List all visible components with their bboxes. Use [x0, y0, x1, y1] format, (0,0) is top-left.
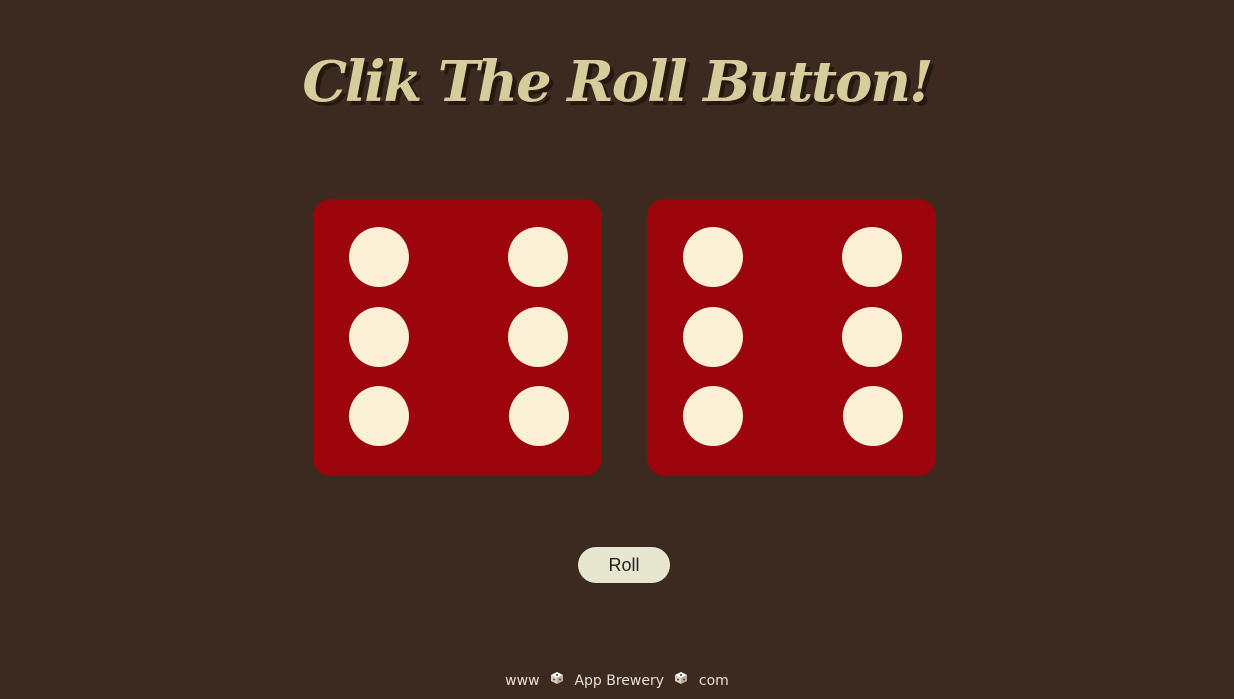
- die-pip: [349, 227, 409, 287]
- footer-credit: www App Brewery com: [0, 668, 1234, 694]
- dice-icon: [550, 668, 564, 694]
- dice-icon: [674, 668, 688, 694]
- die-pip: [509, 386, 569, 446]
- page-title: Clik The Roll Button!: [302, 49, 933, 115]
- die-pip: [508, 227, 568, 287]
- roll-button[interactable]: Roll: [578, 547, 670, 583]
- die-pip: [683, 227, 743, 287]
- die-pip: [508, 307, 568, 367]
- die-pip: [349, 386, 409, 446]
- die-pip: [349, 307, 409, 367]
- die-pip: [843, 386, 903, 446]
- die-pip: [683, 386, 743, 446]
- footer-prefix: www: [505, 673, 540, 689]
- die-pip: [842, 227, 902, 287]
- dice-row: [313, 199, 936, 476]
- die-pip: [683, 307, 743, 367]
- die-right: [647, 199, 936, 476]
- footer-suffix: com: [698, 673, 729, 689]
- footer-brand: App Brewery: [574, 673, 665, 689]
- die-left: [313, 199, 602, 476]
- die-pip: [842, 307, 902, 367]
